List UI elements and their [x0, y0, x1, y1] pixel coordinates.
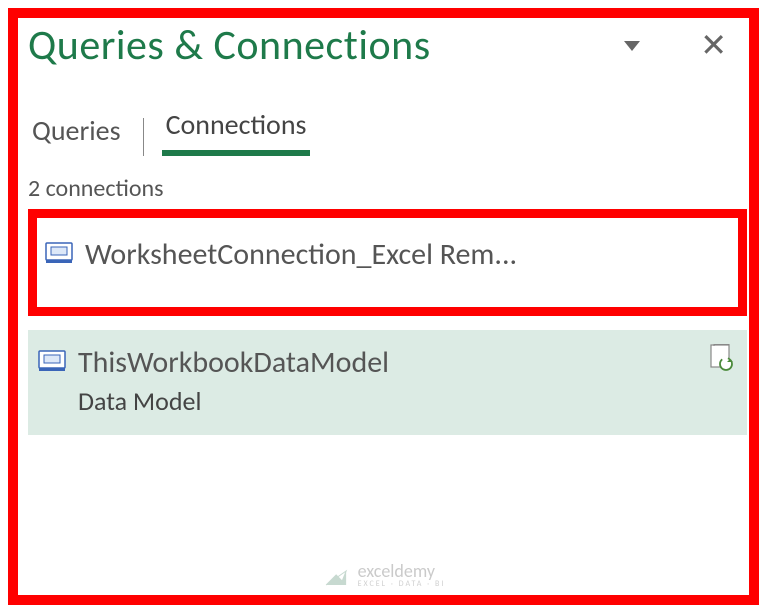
refresh-icon[interactable]: [709, 344, 733, 372]
queries-connections-panel: Queries & Connections ✕ Queries Connecti…: [0, 0, 767, 455]
connection-text-block: ThisWorkbookDataModel Data Model: [78, 344, 389, 417]
close-icon[interactable]: ✕: [700, 26, 727, 65]
tab-separator: [143, 118, 144, 156]
connection-row[interactable]: WorksheetConnection_Excel Rem...: [45, 232, 730, 277]
tab-queries[interactable]: Queries: [28, 107, 125, 156]
connection-subtitle: Data Model: [78, 385, 389, 417]
watermark-logo-icon: [322, 561, 350, 589]
panel-header: Queries & Connections ✕: [28, 20, 747, 71]
connection-name: ThisWorkbookDataModel: [78, 344, 389, 381]
watermark-text: exceldemy EXCEL · DATA · BI: [358, 562, 446, 588]
watermark-name: exceldemy: [358, 562, 446, 580]
tab-connections[interactable]: Connections: [162, 101, 311, 156]
worksheet-connection-icon: [45, 242, 73, 264]
watermark-tagline: EXCEL · DATA · BI: [358, 580, 446, 588]
watermark: exceldemy EXCEL · DATA · BI: [322, 561, 446, 589]
connection-text-block: WorksheetConnection_Excel Rem...: [85, 236, 517, 273]
data-model-connection-icon: [38, 350, 66, 372]
panel-title: Queries & Connections: [28, 20, 431, 71]
connection-name: WorksheetConnection_Excel Rem...: [85, 236, 517, 273]
panel-controls: ✕: [624, 26, 727, 65]
panel-options-dropdown-icon[interactable]: [624, 41, 640, 51]
highlighted-selection-box: WorksheetConnection_Excel Rem...: [28, 209, 747, 316]
connection-row[interactable]: ThisWorkbookDataModel Data Model: [28, 330, 747, 435]
connection-count-label: 2 connections: [28, 174, 747, 203]
tab-bar: Queries Connections: [28, 101, 747, 156]
